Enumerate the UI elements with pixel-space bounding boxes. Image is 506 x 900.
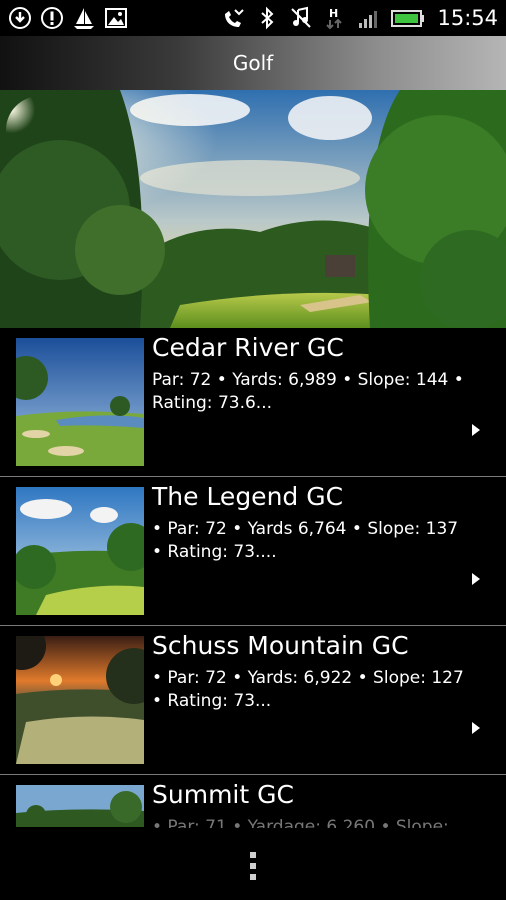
course-thumbnail xyxy=(16,785,144,827)
course-list[interactable]: Cedar River GC Par: 72 • Yards: 6,989 • … xyxy=(0,328,506,828)
clock: 15:54 xyxy=(437,6,498,30)
course-name: The Legend GC xyxy=(152,482,344,511)
image-icon xyxy=(104,6,128,30)
list-item[interactable]: Cedar River GC Par: 72 • Yards: 6,989 • … xyxy=(0,328,506,477)
signal-icon xyxy=(357,6,381,30)
missed-call-icon xyxy=(221,6,245,30)
overflow-menu-icon[interactable] xyxy=(249,852,257,882)
battery-icon xyxy=(391,6,425,30)
course-name: Cedar River GC xyxy=(152,333,344,362)
svg-text:H: H xyxy=(329,7,338,20)
course-name: Summit GC xyxy=(152,780,294,809)
course-details: • Par: 72 • Yards: 6,922 • Slope: 127 • … xyxy=(152,668,464,711)
play-arrow-icon[interactable] xyxy=(472,722,480,734)
course-details: • Par: 71 • Yardage: 6,260 • Slope: 122 … xyxy=(152,817,449,828)
course-thumbnail xyxy=(16,636,144,764)
course-thumbnail xyxy=(16,338,144,466)
list-item[interactable]: Summit GC • Par: 71 • Yardage: 6,260 • S… xyxy=(0,775,506,828)
play-arrow-icon[interactable] xyxy=(472,424,480,436)
download-icon xyxy=(8,6,32,30)
course-details: • Par: 72 • Yards 6,764 • Slope: 137 • R… xyxy=(152,519,459,562)
list-item[interactable]: The Legend GC • Par: 72 • Yards 6,764 • … xyxy=(0,477,506,626)
course-thumbnail xyxy=(16,487,144,615)
list-item[interactable]: Schuss Mountain GC • Par: 72 • Yards: 6,… xyxy=(0,626,506,775)
data-hplus-icon: H xyxy=(323,6,347,30)
mute-icon xyxy=(289,6,313,30)
course-name: Schuss Mountain GC xyxy=(152,631,409,660)
page-title: Golf xyxy=(232,51,274,75)
bluetooth-icon xyxy=(255,6,279,30)
status-bar: H 15:54 xyxy=(0,0,506,36)
action-bar: Golf xyxy=(0,36,506,90)
alert-icon xyxy=(40,6,64,30)
course-details: Par: 72 • Yards: 6,989 • Slope: 144 • Ra… xyxy=(152,370,464,413)
hero-image xyxy=(0,90,506,328)
sailboat-icon xyxy=(72,6,96,30)
bottom-bar xyxy=(0,828,506,900)
play-arrow-icon[interactable] xyxy=(472,573,480,585)
